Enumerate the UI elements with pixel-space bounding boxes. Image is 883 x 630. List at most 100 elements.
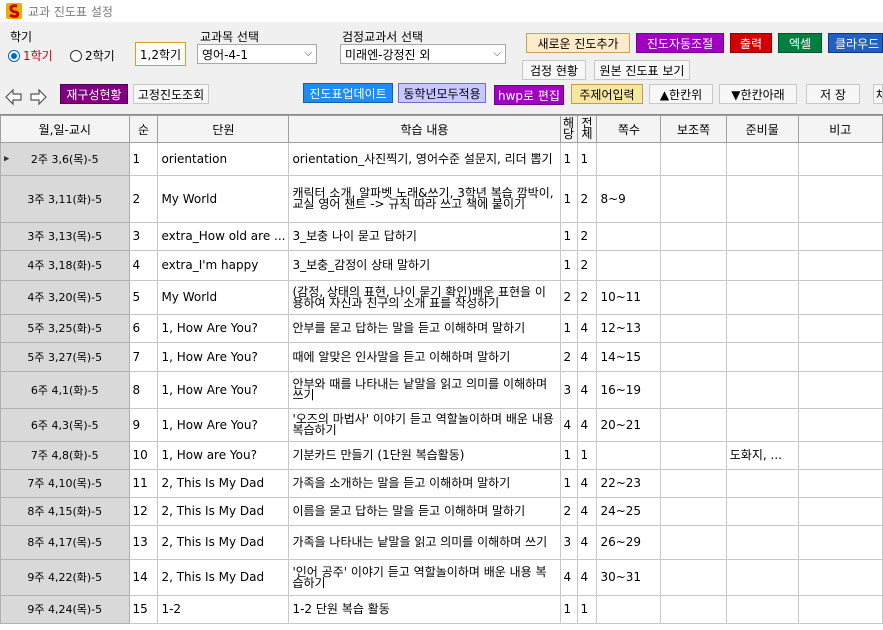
cell-current[interactable]: 1 <box>559 175 578 223</box>
cell-materials[interactable] <box>725 595 799 624</box>
cell-materials[interactable] <box>725 525 799 560</box>
cell-note[interactable] <box>797 559 883 596</box>
cell-total[interactable]: 4 <box>576 497 598 526</box>
cell-note[interactable] <box>797 142 883 176</box>
cell-note[interactable] <box>797 250 883 281</box>
cell-unit[interactable]: 1, How are You? <box>157 441 290 470</box>
cell-pages[interactable] <box>596 222 662 251</box>
table-row[interactable]: 9주 4,24(목)-5 15 1-2 1-2 단원 복습 활동 1 1 <box>0 595 883 624</box>
cell-total[interactable]: 2 <box>576 280 598 315</box>
cell-seq[interactable]: 8 <box>128 371 159 409</box>
cell-unit[interactable]: 1, How Are You? <box>157 371 290 409</box>
cell-materials[interactable]: 도화지, ... <box>725 441 799 470</box>
cell-sub-pages[interactable] <box>660 142 727 176</box>
cell-current[interactable]: 2 <box>559 497 578 526</box>
table-row[interactable]: 8주 4,17(목)-5 13 2, This Is My Dad 가족을 나타내는 … <box>0 525 883 560</box>
cell-current[interactable]: 1 <box>559 595 578 624</box>
cell-seq[interactable]: 6 <box>128 314 159 343</box>
cell-note[interactable] <box>797 280 883 315</box>
col-header-pages[interactable]: 쪽수 <box>596 115 662 143</box>
cell-date[interactable]: 3주 3,13(목)-5 <box>0 222 130 251</box>
cell-current[interactable]: 1 <box>559 469 578 498</box>
theme-input-button[interactable]: 주제어입력 <box>571 84 643 104</box>
cell-note[interactable] <box>797 175 883 223</box>
cell-content[interactable]: 때에 알맞은 인사말을 듣고 이해하며 말하기 <box>288 342 561 372</box>
cell-note[interactable] <box>797 408 883 442</box>
both-semesters-button[interactable]: 1,2학기 <box>135 42 186 66</box>
cell-date[interactable]: 3주 3,11(화)-5 <box>0 175 130 223</box>
col-header-seq[interactable]: 순 <box>128 115 159 143</box>
cell-date[interactable]: 9주 4,22(화)-5 <box>0 559 130 596</box>
cell-pages[interactable]: 10~11 <box>596 280 662 315</box>
cell-materials[interactable] <box>725 250 799 281</box>
col-header-materials[interactable]: 준비물 <box>725 115 799 143</box>
cell-seq[interactable]: 9 <box>128 408 159 442</box>
cell-content[interactable]: 이름을 묻고 답하는 말을 듣고 이해하며 말하기 <box>288 497 561 526</box>
cell-current[interactable]: 1 <box>559 142 578 176</box>
cloud-button[interactable]: 클라우드 <box>828 33 883 53</box>
cell-current[interactable]: 3 <box>559 525 578 560</box>
cell-sub-pages[interactable] <box>660 441 727 470</box>
semester-1-radio[interactable]: 1학기 <box>8 47 53 64</box>
cell-materials[interactable] <box>725 469 799 498</box>
cell-seq[interactable]: 14 <box>128 559 159 596</box>
cell-seq[interactable]: 4 <box>128 250 159 281</box>
cell-note[interactable] <box>797 497 883 526</box>
hwp-edit-button[interactable]: hwp로 편집 <box>494 85 564 105</box>
cell-date[interactable]: 9주 4,24(목)-5 <box>0 595 130 624</box>
cell-pages[interactable] <box>596 441 662 470</box>
cell-date[interactable]: 7주 4,8(화)-5 <box>0 441 130 470</box>
cell-materials[interactable] <box>725 280 799 315</box>
cell-total[interactable]: 4 <box>576 408 598 442</box>
cell-pages[interactable] <box>596 142 662 176</box>
cell-note[interactable] <box>797 371 883 409</box>
cell-unit[interactable]: My World <box>157 175 290 223</box>
arrow-right-icon[interactable] <box>29 88 47 106</box>
cell-total[interactable]: 4 <box>576 342 598 372</box>
table-row[interactable]: 6주 4,3(목)-5 9 1, How Are You? '오즈의 마법사' 이야기… <box>0 408 883 442</box>
cell-total[interactable]: 4 <box>576 525 598 560</box>
excel-button[interactable]: 엑셀 <box>778 33 822 53</box>
cell-seq[interactable]: 15 <box>128 595 159 624</box>
cell-note[interactable] <box>797 525 883 560</box>
cell-content[interactable]: 안부를 묻고 답하는 말을 듣고 이해하며 말하기 <box>288 314 561 343</box>
cell-content[interactable]: 3_보충_감정이 상태 말하기 <box>288 250 561 281</box>
cell-unit[interactable]: 1, How Are You? <box>157 314 290 343</box>
textbook-select[interactable]: 미래엔-강정진 외 ⌵ <box>340 44 506 64</box>
table-row[interactable]: 3주 3,13(목)-5 3 extra_How old are ... 3_보충 나… <box>0 222 883 251</box>
cell-total[interactable]: 1 <box>576 441 598 470</box>
cell-current[interactable]: 4 <box>559 408 578 442</box>
cell-seq[interactable]: 3 <box>128 222 159 251</box>
cell-unit[interactable]: 1, How Are You? <box>157 408 290 442</box>
col-header-note[interactable]: 비고 <box>797 115 883 143</box>
cell-date[interactable]: 6주 4,1(화)-5 <box>0 371 130 409</box>
cell-seq[interactable]: 11 <box>128 469 159 498</box>
cell-sub-pages[interactable] <box>660 559 727 596</box>
cell-materials[interactable] <box>725 222 799 251</box>
cell-unit[interactable]: 2, This Is My Dad <box>157 525 290 560</box>
cell-date[interactable]: 6주 4,3(목)-5 <box>0 408 130 442</box>
cell-note[interactable] <box>797 469 883 498</box>
fixed-progress-lookup-button[interactable]: 고정진도조회 <box>133 84 209 104</box>
cell-total[interactable]: 4 <box>576 559 598 596</box>
cell-content[interactable]: '오즈의 마법사' 이야기 듣고 역할놀이하며 배운 내용 복습하기 <box>288 408 561 442</box>
cell-date[interactable]: 8주 4,17(목)-5 <box>0 525 130 560</box>
table-row[interactable]: 6주 4,1(화)-5 8 1, How Are You? 안부와 때를 나타내는 낱… <box>0 371 883 409</box>
cell-sub-pages[interactable] <box>660 497 727 526</box>
cell-unit[interactable]: 2, This Is My Dad <box>157 559 290 596</box>
cell-materials[interactable] <box>725 559 799 596</box>
cell-content[interactable]: (감정, 상태의 표현, 나이 묻기 확인)배운 표현을 이용하여 자신과 친구… <box>288 280 561 315</box>
cell-materials[interactable] <box>725 371 799 409</box>
cell-note[interactable] <box>797 595 883 624</box>
cell-content[interactable]: 1-2 단원 복습 활동 <box>288 595 561 624</box>
cell-seq[interactable]: 2 <box>128 175 159 223</box>
arrow-left-icon[interactable] <box>5 88 23 106</box>
cell-note[interactable] <box>797 342 883 372</box>
move-up-button[interactable]: ▲한칸위 <box>649 84 713 104</box>
cell-note[interactable] <box>797 314 883 343</box>
cell-seq[interactable]: 5 <box>128 280 159 315</box>
cell-current[interactable]: 4 <box>559 559 578 596</box>
cell-seq[interactable]: 1 <box>128 142 159 176</box>
subject-select[interactable]: 영어-4-1 ⌵ <box>197 44 317 64</box>
cell-content[interactable]: 기분카드 만들기 (1단원 복습활동) <box>288 441 561 470</box>
